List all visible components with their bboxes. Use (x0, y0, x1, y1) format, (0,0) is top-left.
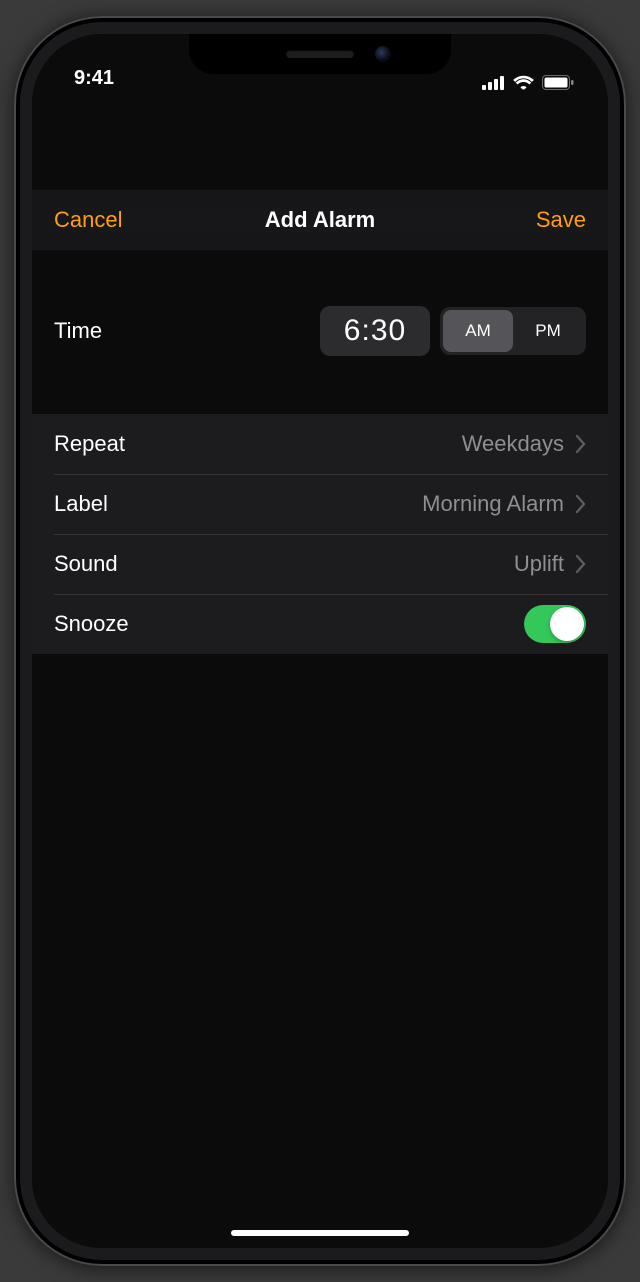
pm-option[interactable]: PM (513, 310, 583, 352)
time-label: Time (54, 318, 102, 344)
repeat-label: Repeat (54, 431, 125, 457)
ampm-segmented-control[interactable]: AM PM (440, 307, 586, 355)
time-section: Time AM PM (32, 250, 608, 414)
battery-icon (542, 75, 574, 90)
nav-bar: Cancel Add Alarm Save (32, 190, 608, 250)
sound-value: Uplift (514, 551, 564, 577)
home-indicator[interactable] (231, 1230, 409, 1236)
chevron-right-icon (576, 495, 586, 513)
snooze-label: Snooze (54, 611, 129, 637)
content-area: 9:41 (32, 34, 608, 1248)
save-button[interactable]: Save (536, 207, 586, 233)
time-input[interactable] (320, 306, 430, 356)
snooze-toggle[interactable] (524, 605, 586, 643)
toggle-knob (550, 607, 584, 641)
sound-row[interactable]: Sound Uplift (32, 534, 608, 594)
chevron-right-icon (576, 435, 586, 453)
status-right (482, 75, 574, 90)
speaker-grille (286, 50, 354, 58)
status-time: 9:41 (74, 67, 114, 90)
label-value: Morning Alarm (422, 491, 564, 517)
chevron-right-icon (576, 555, 586, 573)
screen: 9:41 (32, 34, 608, 1248)
notch (189, 34, 451, 74)
label-row[interactable]: Label Morning Alarm (32, 474, 608, 534)
front-camera (375, 46, 391, 62)
cellular-signal-icon (482, 76, 505, 90)
am-option[interactable]: AM (443, 310, 513, 352)
cancel-button[interactable]: Cancel (54, 207, 122, 233)
device-frame: 9:41 (14, 16, 626, 1266)
page-title: Add Alarm (265, 207, 375, 233)
repeat-row[interactable]: Repeat Weekdays (32, 414, 608, 474)
snooze-row: Snooze (32, 594, 608, 654)
settings-list: Repeat Weekdays Label Morning Alarm (32, 414, 608, 654)
sound-label: Sound (54, 551, 118, 577)
label-label: Label (54, 491, 108, 517)
repeat-value: Weekdays (462, 431, 564, 457)
wifi-icon (513, 75, 534, 90)
